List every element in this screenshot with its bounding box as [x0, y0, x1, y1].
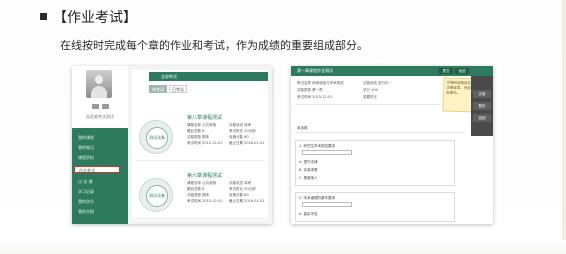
exam-field: 考试时间 2015-12-01	[187, 141, 223, 145]
sidebar-item-discussion[interactable]: 讨 论 课	[78, 178, 93, 185]
toolbar-save-button[interactable]: 暂存	[473, 102, 491, 110]
username: 志愿者考试测试	[86, 114, 114, 119]
question-title: 1. 研究生学术规范要求	[299, 144, 335, 148]
exam-seal-icon: 测试试卷	[139, 120, 173, 154]
exam-toolbar: 交卷 暂存 返回	[471, 76, 493, 136]
exam-field: 考试时长 30分钟	[229, 129, 256, 133]
message-icon[interactable]	[102, 104, 109, 109]
exam-field: 截止日期 2016-01-01	[229, 141, 265, 145]
back-button[interactable]: 返回	[455, 68, 469, 74]
exam-field: 题目总数 8	[187, 187, 205, 191]
exam-field: 试卷类型 期末	[187, 193, 210, 197]
seal-label: 测试试卷	[146, 127, 168, 149]
exam-card[interactable]: 测试试卷 第六章课程测试 课程名称 公共考核 题目总数 8 试卷类型 期末 考试…	[136, 168, 266, 219]
exam-info: 考试时间 2015-12-01	[297, 95, 333, 99]
exam-title[interactable]: 第八章课程测试	[187, 114, 222, 121]
exam-field: 试卷状态 待考	[229, 123, 252, 127]
avatar-body	[91, 86, 107, 98]
section-label: 单选题	[297, 126, 308, 130]
exam-header: 第一章课程作业测试 提交 返回	[291, 66, 493, 76]
exam-list-screenshot: 志愿者考试测试 我的课程 我的笔记 课程资料 作业考试 讨 论 课 学习记录 我…	[72, 66, 272, 224]
sidebar-menu: 我的课程 我的笔记 课程资料 作业考试 讨 论 课 学习记录 我的学分 我的文档	[72, 128, 128, 224]
exam-title[interactable]: 第六章课程测试	[187, 172, 222, 179]
bullet-square-icon	[40, 13, 47, 20]
slide-heading: 【作业考试】	[53, 10, 137, 26]
exam-field: 截止日期 2016-01-01	[229, 199, 265, 203]
question-title: 2. 学术道德的基本要求	[299, 196, 335, 200]
divider	[295, 132, 465, 133]
sidebar-item-courses[interactable]: 我的课程	[78, 134, 94, 141]
exam-page-title: 第一章课程作业测试	[297, 68, 333, 73]
sidebar-item-documents[interactable]: 我的文档	[78, 208, 94, 215]
answer-box[interactable]	[302, 202, 352, 207]
exam-field: 考试时长 30分钟	[229, 187, 256, 191]
exam-field: 课程名称 公共考核	[187, 181, 217, 185]
sidebar-item-notes[interactable]: 我的笔记	[78, 144, 94, 151]
sidebar-item-exams[interactable]: 作业考试	[74, 166, 120, 173]
exam-field: 题目总数 8	[187, 129, 205, 133]
exam-field: 试卷类型 期末	[187, 135, 210, 139]
exam-list-panel: 全部考试 待考试 已考试 测试试卷 第八章课程测试 课程名称 公共考核 题目总数…	[132, 70, 268, 220]
sidebar-item-records[interactable]: 学习记录	[78, 188, 94, 195]
exam-field: 考试时间 2015-12-01	[187, 199, 223, 203]
exam-info: 考试名称 科研诚信与学术规范	[297, 81, 344, 85]
toolbar-return-button[interactable]: 返回	[473, 114, 491, 122]
answer-option[interactable]: C. 尊重他人	[299, 176, 318, 181]
exam-field: 试卷状态 待考	[229, 181, 252, 185]
avatar-head	[95, 75, 103, 84]
profile-icon[interactable]	[92, 104, 99, 109]
divider	[295, 104, 441, 105]
answer-box[interactable]	[302, 150, 352, 155]
tab-completed[interactable]: 已考试	[169, 85, 187, 93]
exam-field: 课程名称 公共考核	[187, 123, 217, 127]
sidebar-item-credits[interactable]: 我的学分	[78, 198, 94, 205]
exam-page-screenshot: 第一章课程作业测试 提交 返回 考试名称 科研诚信与学术规范 试卷类型 第一章 …	[291, 66, 493, 224]
question-block: 2. 学术道德的基本要求 A. 诚实守信	[295, 192, 455, 222]
exam-field: 及格分数 60	[229, 135, 249, 139]
exam-info: 试卷状态 进行中	[363, 81, 389, 85]
slide-subtitle: 在线按时完成每个章的作业和考试，作为成绩的重要组成部分。	[60, 39, 368, 52]
exam-field: 及格分数 60	[229, 193, 249, 197]
exam-info: 总分 100	[363, 88, 378, 92]
seal-label: 测试试卷	[146, 185, 168, 207]
tab-all-exams[interactable]: 全部考试	[149, 72, 189, 81]
slide-bottom-band	[0, 240, 566, 254]
avatar	[86, 70, 112, 98]
top-bar	[189, 72, 268, 81]
exam-card[interactable]: 测试试卷 第八章课程测试 课程名称 公共考核 题目总数 8 试卷类型 期末 考试…	[136, 110, 266, 161]
toolbar-hand-in-button[interactable]: 交卷	[473, 90, 491, 98]
slide-right-edge	[562, 0, 566, 254]
submit-button[interactable]: 提交	[439, 68, 453, 74]
exam-seal-icon: 测试试卷	[139, 178, 173, 212]
sidebar-item-materials[interactable]: 课程资料	[78, 154, 94, 161]
exam-info: 答题时长	[363, 95, 377, 99]
sidebar: 志愿者考试测试 我的课程 我的笔记 课程资料 作业考试 讨 论 课 学习记录 我…	[72, 66, 128, 224]
question-block: 1. 研究生学术规范要求 A. 遵守法律 B. 实事求是 C. 尊重他人	[295, 140, 455, 186]
answer-option[interactable]: B. 实事求是	[299, 168, 318, 173]
exam-info: 试卷类型 第一章	[297, 88, 323, 92]
tab-pending[interactable]: 待考试	[149, 85, 167, 93]
answer-option[interactable]: A. 诚实守信	[299, 212, 318, 217]
answer-option[interactable]: A. 遵守法律	[299, 160, 318, 165]
